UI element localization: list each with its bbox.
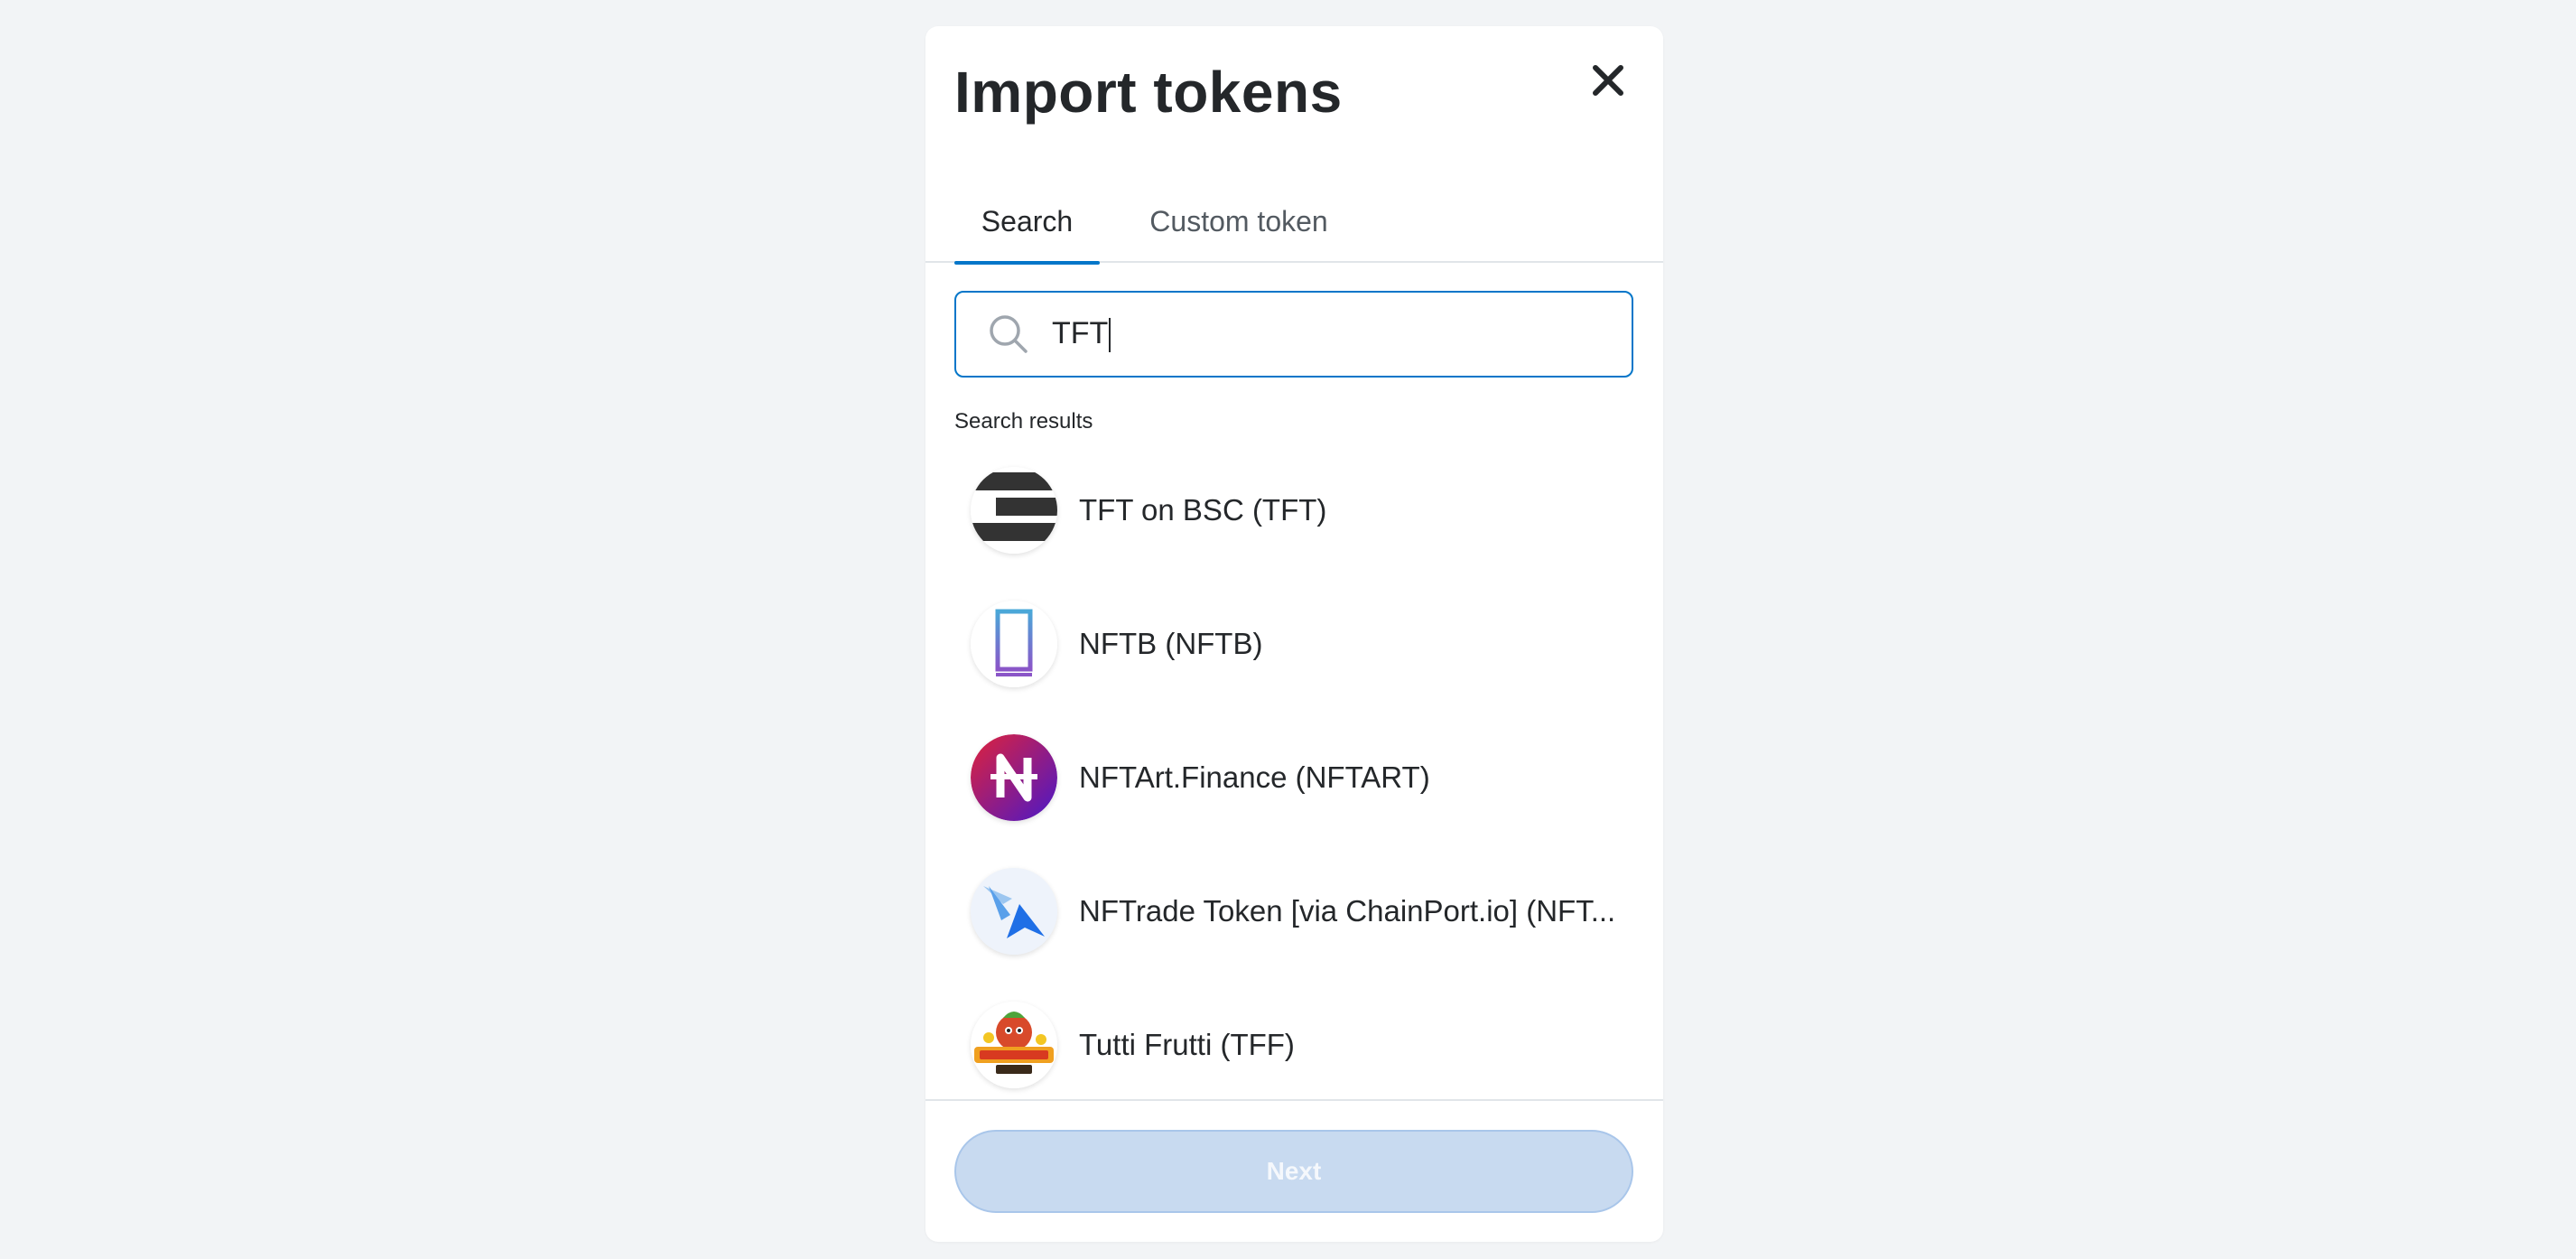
- tab-bar: Search Custom token: [925, 192, 1663, 265]
- search-results-list: TFT on BSC (TFT) NFTB (NFTB) NFTArt.Fina…: [925, 443, 1663, 1112]
- token-name: NFTrade Token [via ChainPort.io] (NFT...: [1079, 894, 1616, 928]
- token-name: Tutti Frutti (TFF): [1079, 1028, 1295, 1061]
- modal-footer: Next: [925, 1099, 1663, 1242]
- token-result-item[interactable]: TFT on BSC (TFT): [925, 443, 1663, 577]
- search-input[interactable]: TFT: [954, 291, 1633, 378]
- search-input-value: TFT: [1052, 316, 1111, 352]
- token-result-item[interactable]: NFTArt.Finance (NFTART): [925, 711, 1663, 844]
- tab-search-label: Search: [981, 205, 1074, 238]
- nftart-logo-icon: [971, 734, 1057, 821]
- nftb-logo-icon: [971, 601, 1057, 687]
- tab-custom-token[interactable]: Custom token: [1126, 192, 1352, 263]
- token-result-item[interactable]: NFTrade Token [via ChainPort.io] (NFT...: [925, 844, 1663, 978]
- token-result-item[interactable]: Tutti Frutti (TFF): [925, 978, 1663, 1112]
- token-name: NFTArt.Finance (NFTART): [1079, 760, 1430, 794]
- import-tokens-modal: Import tokens Search Custom token TFT Se…: [925, 26, 1663, 1242]
- tutti-frutti-logo-icon: [971, 1002, 1057, 1088]
- tft-logo-icon: [971, 467, 1057, 554]
- modal-title: Import tokens: [954, 60, 1343, 125]
- tab-custom-token-label: Custom token: [1149, 205, 1328, 238]
- token-name: NFTB (NFTB): [1079, 627, 1263, 660]
- search-results-label: Search results: [954, 409, 1093, 434]
- next-button[interactable]: Next: [954, 1130, 1633, 1213]
- token-result-item[interactable]: NFTB (NFTB): [925, 577, 1663, 711]
- token-name: TFT on BSC (TFT): [1079, 493, 1327, 527]
- nftrade-logo-icon: [971, 868, 1057, 955]
- tab-search[interactable]: Search: [954, 192, 1100, 265]
- text-caret: [1109, 318, 1111, 352]
- close-icon: [1593, 65, 1623, 96]
- search-icon: [987, 312, 1030, 356]
- close-button[interactable]: [1583, 55, 1633, 106]
